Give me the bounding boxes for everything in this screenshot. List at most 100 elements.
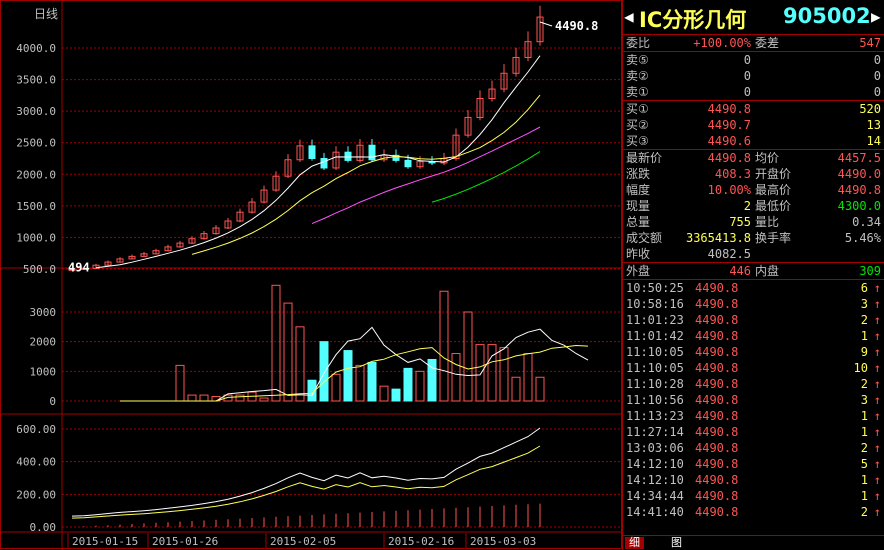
bid-volume: 13 xyxy=(866,118,881,132)
volume-bar xyxy=(475,344,485,402)
stat-row: 涨跌 408.3 开盘价 4490.0 xyxy=(623,166,884,182)
quote-title-bar: ◀ IC分形几何 905002 ▶ xyxy=(623,0,884,35)
price-tick-label: 500.0 xyxy=(23,263,56,276)
trade-price: 4490.8 xyxy=(695,377,739,391)
trade-price: 4490.8 xyxy=(695,329,739,343)
volume-bar xyxy=(175,364,185,402)
trade-row: 11:10:28 4490.8 2 ↑ xyxy=(623,376,884,392)
price-tick-label: 4000.0 xyxy=(16,42,56,55)
price-tick-label: 3000.0 xyxy=(16,105,56,118)
trade-price: 4490.8 xyxy=(695,473,739,487)
stat-value-2: 0.34 xyxy=(852,215,881,229)
price-tick-label: 1500.0 xyxy=(16,200,56,213)
volume-ma5-line xyxy=(120,326,589,402)
trade-row: 14:12:10 4490.8 5 ↑ xyxy=(623,456,884,472)
ask-volume: 0 xyxy=(873,69,881,83)
ma20-line xyxy=(311,126,541,225)
volume-tick-label: 1000 xyxy=(30,365,57,378)
trade-row: 11:01:42 4490.8 1 ↑ xyxy=(623,328,884,344)
volume-tick-label: 0 xyxy=(49,395,56,408)
volume-bar xyxy=(499,347,509,402)
stat-label: 成交额 xyxy=(626,231,663,245)
ask-volume: 0 xyxy=(873,53,881,67)
up-arrow-icon: ↑ xyxy=(873,505,881,519)
bid-label: 买① xyxy=(626,102,649,116)
trade-volume: 1 xyxy=(860,329,868,343)
candle-body xyxy=(308,145,316,160)
panel-tab-bar: 细 图 xyxy=(623,535,884,550)
weibi-row: 委比 +100.00% 委差 547 xyxy=(623,35,884,52)
date-tick-label: 2015-03-03 xyxy=(470,535,536,548)
trade-time: 11:01:42 xyxy=(626,329,684,343)
next-arrow-icon[interactable]: ▶ xyxy=(871,7,881,26)
kline-chart-area[interactable]: 日线 4000.0 3500.0 3000.0 2500.0 2000.0 1500.0 10… xyxy=(0,0,622,550)
ma5-line xyxy=(95,55,541,269)
ask-row: 卖① 0 0 xyxy=(623,84,884,100)
ask-row: 卖⑤ 0 0 xyxy=(623,52,884,68)
bid-price: 4490.7 xyxy=(707,118,751,132)
trade-row: 10:50:25 4490.8 6 ↑ xyxy=(623,280,884,296)
trade-row: 11:10:05 4490.8 10 ↑ xyxy=(623,360,884,376)
up-arrow-icon: ↑ xyxy=(873,489,881,503)
volume-bar xyxy=(283,302,293,402)
last-price-label: 4490.8 xyxy=(555,19,598,33)
trade-volume: 2 xyxy=(860,441,868,455)
ask-label: 卖① xyxy=(626,85,649,99)
up-arrow-icon: ↑ xyxy=(873,473,881,487)
stat-label-2: 最高价 xyxy=(755,183,792,197)
volume-bar xyxy=(391,388,401,402)
stat-label-2: 均价 xyxy=(755,151,780,165)
prev-close-label: 昨收 xyxy=(626,247,651,261)
tab-chart[interactable]: 图 xyxy=(667,537,686,549)
trade-ticks: 10:50:25 4490.8 6 ↑ 10:58:16 4490.8 3 ↑ 11:01:23… xyxy=(623,280,884,520)
kline-chart[interactable]: 日线 4000.0 3500.0 3000.0 2500.0 2000.0 1500.0 10… xyxy=(0,0,622,550)
volume-bar xyxy=(367,361,377,402)
prev-arrow-icon[interactable]: ◀ xyxy=(624,7,634,26)
price-tick-label: 3500.0 xyxy=(16,74,56,87)
trade-time: 11:01:23 xyxy=(626,313,684,327)
trade-volume: 5 xyxy=(860,457,868,471)
prev-close-value: 4082.5 xyxy=(707,247,751,261)
stat-row: 总量 755 量比 0.34 xyxy=(623,214,884,230)
bid-label: 买② xyxy=(626,118,649,132)
date-tick-label: 2015-02-05 xyxy=(270,535,336,548)
date-tick-label: 2015-01-26 xyxy=(152,535,218,548)
volume-bar xyxy=(199,394,209,402)
first-price-label: 494 xyxy=(68,260,90,274)
bid-volume: 520 xyxy=(859,102,881,116)
trade-time: 13:03:06 xyxy=(626,441,684,455)
inner-value: 309 xyxy=(859,264,881,278)
quote-panel: ◀ IC分形几何 905002 ▶ 委比 +100.00% 委差 547 卖⑤ 0… xyxy=(622,0,884,550)
up-arrow-icon: ↑ xyxy=(873,313,881,327)
up-arrow-icon: ↑ xyxy=(873,329,881,343)
volume-bar xyxy=(259,397,269,402)
trade-price: 4490.8 xyxy=(695,297,739,311)
trade-time: 11:13:23 xyxy=(626,409,684,423)
outer-inner-row: 外盘 446 内盘 309 xyxy=(623,263,884,280)
trade-row: 14:34:44 4490.8 1 ↑ xyxy=(623,488,884,504)
stat-value-2: 4300.0 xyxy=(837,199,881,213)
volume-bar xyxy=(403,367,413,402)
bid-label: 买③ xyxy=(626,134,649,148)
up-arrow-icon: ↑ xyxy=(873,281,881,295)
bid-volume: 14 xyxy=(866,134,881,148)
up-arrow-icon: ↑ xyxy=(873,377,881,391)
bid-levels: 买① 4490.8 520 买② 4490.7 13 买③ 4490.6 14 xyxy=(623,101,884,150)
ask-levels: 卖⑤ 0 0 卖② 0 0 卖① 0 0 xyxy=(623,52,884,101)
trade-time: 14:12:10 xyxy=(626,457,684,471)
trade-row: 11:01:23 4490.8 2 ↑ xyxy=(623,312,884,328)
indicator-tick-label: 600.00 xyxy=(16,423,56,436)
stat-label-2: 最低价 xyxy=(755,199,792,213)
trade-row: 11:27:14 4490.8 1 ↑ xyxy=(623,424,884,440)
stat-value: 408.3 xyxy=(714,167,751,181)
trade-time: 11:10:56 xyxy=(626,393,684,407)
bid-row: 买③ 4490.6 14 xyxy=(623,133,884,149)
trade-row: 10:58:16 4490.8 3 ↑ xyxy=(623,296,884,312)
trade-time: 11:10:05 xyxy=(626,361,684,375)
stat-label-2: 换手率 xyxy=(755,231,792,245)
stat-label-2: 量比 xyxy=(755,215,780,229)
tab-detail[interactable]: 细 xyxy=(625,537,644,549)
volume-bar xyxy=(463,311,473,402)
trade-time: 14:41:40 xyxy=(626,505,684,519)
weibi-label: 委比 xyxy=(626,36,651,50)
